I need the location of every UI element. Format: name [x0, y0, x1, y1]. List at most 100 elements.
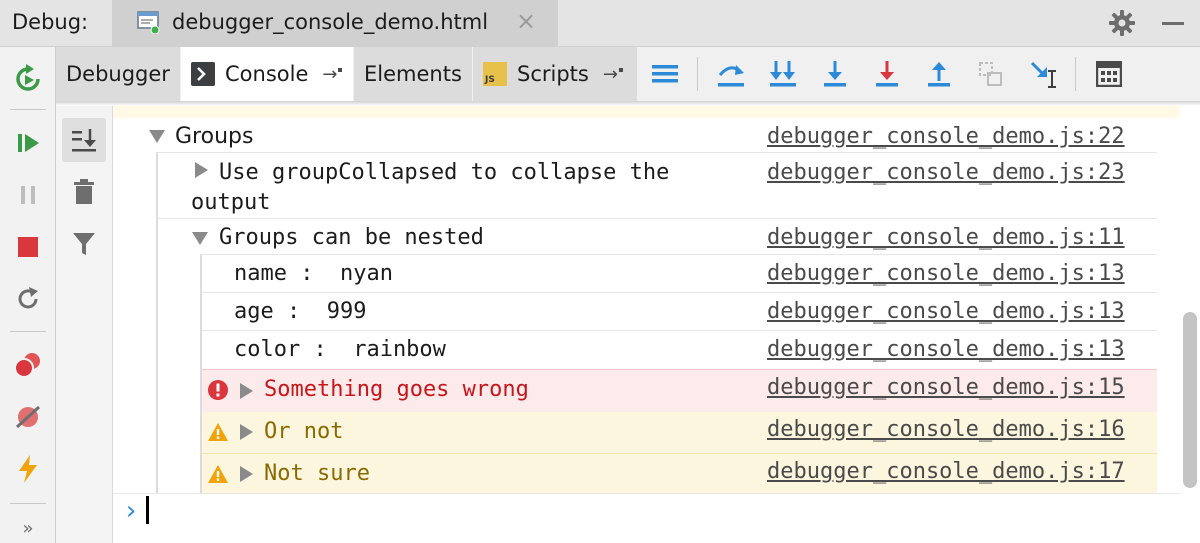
console-group-row[interactable]: Groups can be nested debugger_console_de… — [113, 220, 1180, 254]
expand-triangle-icon[interactable] — [240, 466, 253, 482]
minimize-icon[interactable] — [1162, 22, 1184, 25]
tab-debugger[interactable]: Debugger — [56, 47, 180, 101]
source-link[interactable]: debugger_console_demo.js:11 — [767, 225, 1125, 250]
expand-triangle-icon[interactable] — [149, 130, 165, 143]
step-over-button[interactable] — [714, 57, 748, 91]
group-label-continued: output — [191, 190, 271, 215]
rerun-button[interactable] — [0, 57, 56, 101]
resume-icon — [18, 134, 39, 152]
error-icon — [208, 380, 228, 400]
close-icon[interactable]: × — [516, 8, 536, 34]
clear-console-button[interactable] — [62, 170, 106, 214]
source-link[interactable]: debugger_console_demo.js:13 — [767, 299, 1125, 324]
step-into-icon — [824, 61, 846, 87]
warning-message: Not sure — [264, 461, 370, 486]
text-caret — [146, 496, 149, 524]
console-warning-row[interactable]: Not sure debugger_console_demo.js:17 — [202, 454, 1157, 493]
row-divider — [201, 254, 1157, 255]
reload-icon — [18, 287, 38, 309]
toolbar-separator — [10, 331, 46, 332]
source-link[interactable]: debugger_console_demo.js:16 — [767, 417, 1125, 442]
source-link[interactable]: debugger_console_demo.js:17 — [767, 459, 1125, 484]
js-file-icon: JS — [483, 62, 507, 86]
warning-icon — [208, 423, 228, 441]
row-divider — [157, 218, 1157, 219]
source-link[interactable]: debugger_console_demo.js:13 — [767, 261, 1125, 286]
run-to-cursor-icon — [1030, 61, 1056, 88]
debug-toolbar: » — [0, 47, 56, 543]
source-link[interactable]: debugger_console_demo.js:22 — [767, 124, 1125, 149]
pin-tab-icon[interactable]: → — [322, 64, 337, 85]
prompt-chevron-icon: › — [123, 496, 139, 526]
source-link[interactable]: debugger_console_demo.js:23 — [767, 160, 1125, 185]
console-error-row[interactable]: Something goes wrong debugger_console_de… — [202, 369, 1157, 413]
source-link[interactable]: debugger_console_demo.js:13 — [767, 337, 1125, 362]
step-into-my-code-icon — [770, 61, 796, 87]
pause-button[interactable] — [0, 173, 56, 217]
step-into-my-code-button[interactable] — [766, 57, 800, 91]
tab-elements[interactable]: Elements — [354, 47, 472, 101]
force-step-into-icon — [876, 61, 898, 87]
console-collapsed-group-row[interactable]: Use groupCollapsed to collapse the outpu… — [113, 152, 1180, 218]
log-message: age : 999 — [234, 299, 367, 324]
scroll-to-end-button[interactable] — [62, 118, 106, 162]
scroll-to-end-icon — [72, 129, 96, 152]
pause-icon — [21, 186, 35, 204]
filter-button[interactable] — [62, 222, 106, 266]
console-input[interactable]: › — [113, 493, 1180, 543]
console-log-row: name : nyan debugger_console_demo.js:13 — [113, 256, 1180, 292]
log-message: name : nyan — [234, 261, 393, 286]
source-link[interactable]: debugger_console_demo.js:15 — [767, 375, 1125, 400]
html-file-icon — [137, 11, 160, 34]
more-button[interactable]: » — [0, 513, 56, 543]
pin-dot — [618, 68, 623, 72]
evaluate-expression-button[interactable] — [1092, 57, 1126, 91]
stop-button[interactable] — [0, 225, 56, 269]
rerun-icon — [16, 64, 40, 91]
gear-icon[interactable] — [1108, 9, 1136, 37]
expand-triangle-icon[interactable] — [240, 383, 253, 399]
toolbar-separator — [10, 109, 46, 110]
drop-frame-button[interactable] — [974, 57, 1008, 91]
tab-scripts[interactable]: JS Scripts → — [473, 47, 637, 101]
trash-icon — [74, 179, 94, 204]
tab-label: Debugger — [66, 62, 170, 86]
mute-breakpoints-icon — [15, 405, 41, 429]
step-out-button[interactable] — [922, 57, 956, 91]
resume-button[interactable] — [0, 121, 56, 165]
expand-triangle-icon[interactable] — [240, 424, 253, 440]
run-to-cursor-button[interactable] — [1026, 57, 1060, 91]
console-group-row[interactable]: Groups debugger_console_demo.js:22 — [113, 116, 1180, 152]
mute-breakpoints-button[interactable] — [0, 395, 56, 439]
drop-frame-icon — [979, 62, 1002, 86]
force-step-into-button[interactable] — [870, 57, 904, 91]
tab-label: Console — [225, 62, 309, 86]
collapse-triangle-icon[interactable] — [195, 162, 208, 178]
view-breakpoints-button[interactable] — [0, 343, 56, 387]
console-icon — [191, 62, 215, 86]
error-message: Something goes wrong — [264, 377, 529, 402]
warning-message: Or not — [264, 419, 344, 444]
console-toolbar — [56, 106, 113, 543]
lightning-icon — [19, 455, 37, 483]
toolbar-separator — [10, 503, 46, 504]
console-warning-row[interactable]: Or not debugger_console_demo.js:16 — [202, 412, 1157, 454]
frames-menu-button[interactable] — [648, 57, 682, 91]
expand-triangle-icon[interactable] — [192, 232, 208, 245]
file-tab[interactable]: debugger_console_demo.html × — [112, 0, 558, 47]
row-divider — [201, 292, 1157, 293]
file-tab-label: debugger_console_demo.html — [172, 10, 489, 34]
reload-button[interactable] — [0, 277, 56, 321]
tab-label: Scripts — [517, 62, 589, 86]
breakpoints-icon — [14, 353, 40, 378]
lightning-button[interactable] — [0, 447, 56, 491]
row-divider — [201, 330, 1157, 331]
tab-label: Elements — [364, 62, 462, 86]
pin-tab-icon[interactable]: → — [603, 64, 618, 85]
step-into-button[interactable] — [818, 57, 852, 91]
scrollbar-thumb[interactable] — [1183, 312, 1197, 488]
debugger-tab-bar: Debugger Console → Elements JS Scripts → — [56, 47, 1200, 101]
group-label: Groups — [175, 124, 254, 149]
log-message: color : rainbow — [234, 337, 446, 362]
tab-console[interactable]: Console → — [181, 47, 353, 101]
